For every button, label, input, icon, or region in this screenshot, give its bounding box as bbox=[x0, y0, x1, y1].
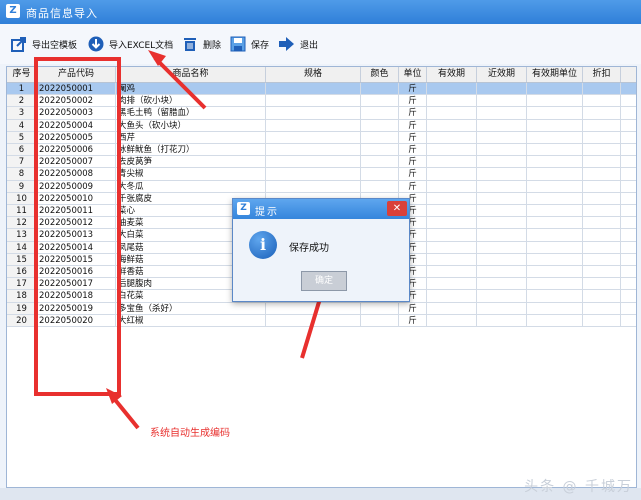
message-dialog: Z 提示 ✕ i 保存成功 确定 bbox=[232, 198, 410, 302]
annotation-label: 系统自动生成编码 bbox=[150, 428, 230, 439]
dialog-close-button[interactable]: ✕ bbox=[387, 201, 407, 216]
info-icon: i bbox=[249, 231, 277, 259]
watermark: 头条 @ 千城万 bbox=[524, 479, 633, 495]
dialog-title: 提示 bbox=[255, 207, 279, 218]
dialog-ok-button[interactable]: 确定 bbox=[301, 271, 347, 291]
dialog-message: 保存成功 bbox=[289, 243, 329, 254]
dialog-title-bar: Z 提示 ✕ bbox=[233, 199, 409, 219]
dialog-app-icon: Z bbox=[237, 202, 250, 215]
